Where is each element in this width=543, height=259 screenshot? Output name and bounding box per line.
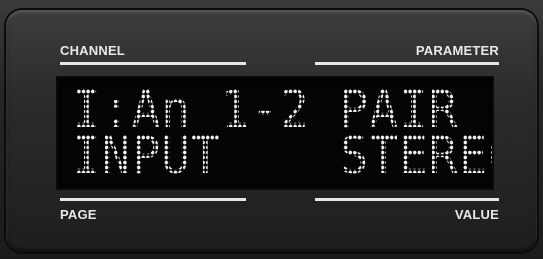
- value-label: VALUE: [454, 207, 499, 222]
- lcd-line-2: INPUT STEREO: [72, 130, 492, 182]
- parameter-rule: [315, 62, 499, 65]
- value-rule: [315, 198, 499, 201]
- channel-label: CHANNEL: [60, 43, 125, 58]
- lcd-screen: I:An 1-2 PAIR INPUT STEREO: [56, 76, 494, 190]
- device-panel: CHANNEL PARAMETER I:An 1-2 PAIR INPUT ST…: [0, 0, 543, 259]
- page-rule: [60, 198, 246, 201]
- page-label: PAGE: [60, 207, 97, 222]
- channel-rule: [60, 62, 246, 65]
- parameter-label: PARAMETER: [415, 43, 499, 58]
